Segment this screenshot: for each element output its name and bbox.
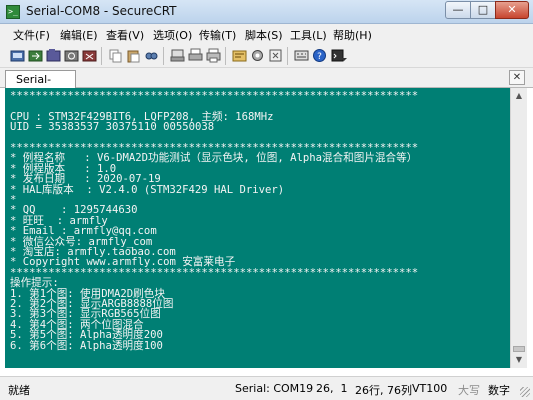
disconnect-icon[interactable] (82, 48, 97, 63)
terminal-screen[interactable]: ****************************************… (5, 88, 510, 368)
terminal-line: ****************************************… (10, 266, 419, 279)
menu-bar: 文件(F) 编辑(E) 查看(V) 选项(O) 传输(T) 脚本(S) 工具(L… (0, 24, 533, 44)
paste-icon[interactable] (126, 48, 141, 63)
scroll-up-icon[interactable]: ▲ (511, 88, 527, 104)
toolbar-separator (287, 47, 288, 65)
print-icon[interactable] (206, 48, 221, 63)
menu-view[interactable]: 查看(V) (106, 27, 144, 43)
print-screen-icon[interactable] (170, 48, 185, 63)
session-options-icon[interactable] (232, 48, 247, 63)
status-terminal-type: VT100 (412, 382, 448, 395)
connect-icon[interactable] (10, 48, 25, 63)
status-cursor: 26, 1 (316, 382, 348, 395)
help-icon[interactable]: ? (312, 48, 327, 63)
keymap-icon[interactable] (294, 48, 309, 63)
terminal-scrollbar[interactable]: ▲ ▼ (510, 88, 527, 368)
minimize-button[interactable]: — (445, 1, 471, 19)
window-title: Serial-COM8 - SecureCRT (26, 4, 177, 18)
maximize-button[interactable]: □ (470, 1, 496, 19)
menu-options[interactable]: 选项(O) (153, 27, 192, 43)
status-port: Serial: COM19 (235, 382, 314, 395)
sftp-icon[interactable] (268, 48, 283, 63)
toolbar: ? (0, 44, 533, 68)
status-bar: 就绪 Serial: COM19 26, 1 26行, 76列 VT100 大写… (0, 376, 533, 400)
title-bar: >_ Serial-COM8 - SecureCRT — □ ✕ (0, 0, 533, 24)
securecrt-icon: >_ (6, 5, 20, 19)
tab-strip: Serial-COM8 (0, 68, 533, 99)
status-caps: 大写 (458, 384, 480, 397)
resize-grip[interactable] (520, 387, 530, 397)
terminal-line: * HAL库版本 : V2.4.0 (STM32F429 HAL Driver) (10, 183, 285, 196)
global-options-icon[interactable] (250, 48, 265, 63)
status-ready: 就绪 (8, 384, 30, 397)
copy-icon[interactable] (108, 48, 123, 63)
scroll-down-icon[interactable]: ▼ (511, 352, 527, 368)
connect-in-tab-icon[interactable] (46, 48, 61, 63)
toolbar-separator (163, 47, 164, 65)
toolbar-separator (101, 47, 102, 65)
print-selection-icon[interactable] (188, 48, 203, 63)
menu-tools[interactable]: 工具(L) (290, 27, 327, 43)
menu-help[interactable]: 帮助(H) (333, 27, 372, 43)
status-size: 26行, 76列 (355, 384, 412, 397)
status-num: 数字 (488, 384, 510, 397)
menu-edit[interactable]: 编辑(E) (60, 27, 98, 43)
close-button[interactable]: ✕ (495, 1, 529, 19)
toolbar-separator (225, 47, 226, 65)
close-tab-button[interactable]: ✕ (509, 70, 525, 85)
menu-script[interactable]: 脚本(S) (245, 27, 283, 43)
quick-connect-icon[interactable] (28, 48, 43, 63)
tab-serial-com8[interactable]: Serial-COM8 (5, 70, 76, 99)
svg-text:?: ? (317, 52, 322, 62)
reconnect-icon[interactable] (64, 48, 79, 63)
terminal-line: 6. 第6个图: Alpha透明度100 (10, 339, 163, 352)
terminal-line: ****************************************… (10, 90, 419, 102)
toolbar-overflow-icon[interactable] (340, 48, 348, 63)
terminal-line: UID = 35383537 30375110 00550038 (10, 121, 215, 134)
menu-transfer[interactable]: 传输(T) (199, 27, 236, 43)
menu-file[interactable]: 文件(F) (13, 27, 50, 43)
find-icon[interactable] (144, 48, 159, 63)
